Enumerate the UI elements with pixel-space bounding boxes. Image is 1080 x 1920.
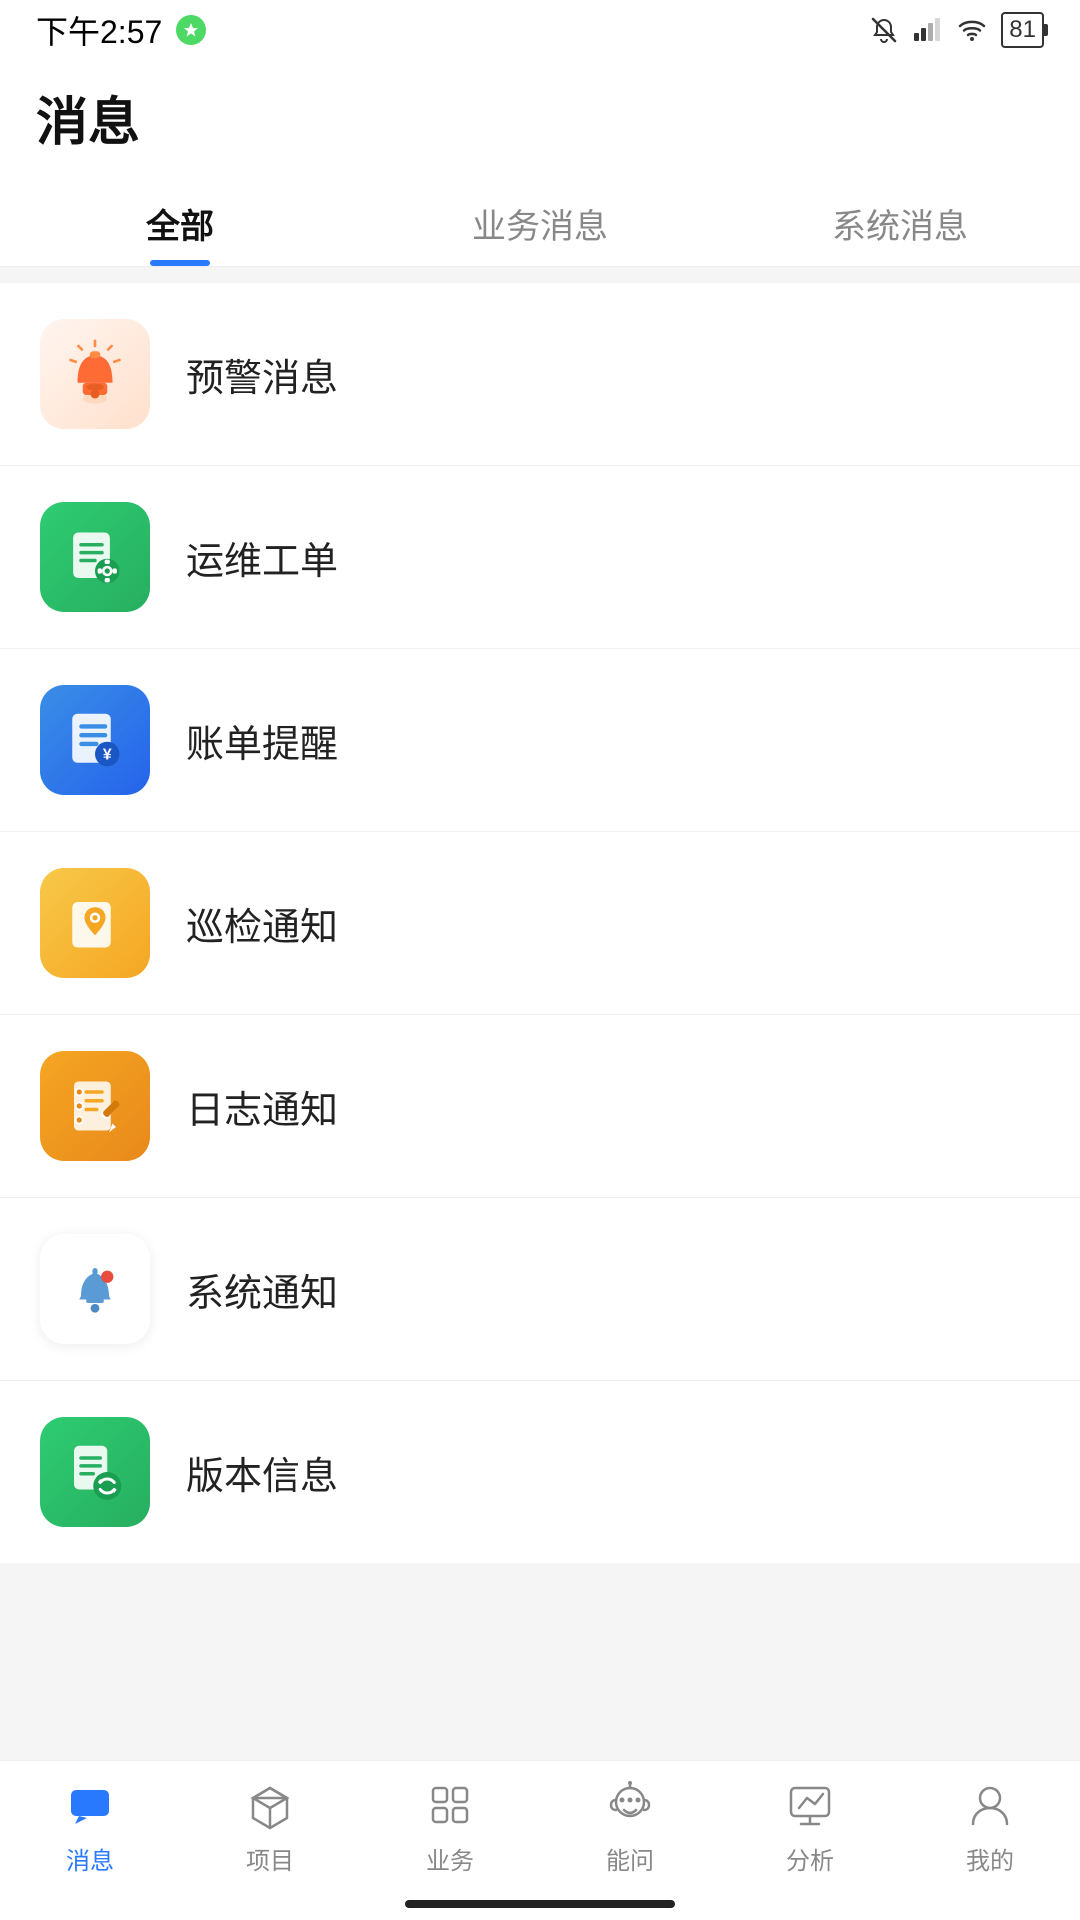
page-title: 消息	[36, 80, 1044, 175]
list-item-inspect[interactable]: 巡检通知	[0, 832, 1080, 1015]
bottom-nav: 消息 项目 业务	[0, 1760, 1080, 1920]
nav-project-label: 项目	[246, 1841, 294, 1876]
version-label: 版本信息	[186, 1445, 338, 1500]
workorder-icon	[40, 502, 150, 612]
nav-analysis-label: 分析	[786, 1841, 834, 1876]
nav-ai[interactable]: 能问	[540, 1777, 720, 1876]
notification-dot	[176, 15, 206, 45]
tabs-container: 全部 业务消息 系统消息	[0, 175, 1080, 267]
log-icon	[40, 1051, 150, 1161]
nav-project-icon	[242, 1777, 298, 1833]
list-item-log[interactable]: 日志通知	[0, 1015, 1080, 1198]
tab-system[interactable]: 系统消息	[720, 175, 1080, 266]
list-item-workorder[interactable]: 运维工单	[0, 466, 1080, 649]
list-item-alert[interactable]: 预警消息	[0, 283, 1080, 466]
list-item-bill[interactable]: ¥ 账单提醒	[0, 649, 1080, 832]
battery-icon: 81	[1001, 12, 1044, 48]
nav-mine[interactable]: 我的	[900, 1777, 1080, 1876]
version-icon	[40, 1417, 150, 1527]
list-item-version[interactable]: 版本信息	[0, 1381, 1080, 1563]
home-indicator	[405, 1900, 675, 1908]
svg-text:¥: ¥	[103, 746, 112, 763]
workorder-label: 运维工单	[186, 530, 338, 585]
page-header: 消息	[0, 60, 1080, 175]
tab-business[interactable]: 业务消息	[360, 175, 720, 266]
inspect-icon	[40, 868, 150, 978]
nav-mine-icon	[962, 1777, 1018, 1833]
bill-icon: ¥	[40, 685, 150, 795]
log-label: 日志通知	[186, 1079, 338, 1134]
system-notify-icon	[40, 1234, 150, 1344]
nav-message[interactable]: 消息	[0, 1777, 180, 1876]
nav-project[interactable]: 项目	[180, 1777, 360, 1876]
nav-mine-label: 我的	[966, 1841, 1014, 1876]
status-icons: 81	[869, 12, 1044, 48]
wifi-icon	[957, 15, 987, 45]
status-bar: 下午2:57 81	[0, 0, 1080, 60]
nav-business-label: 业务	[426, 1841, 474, 1876]
alert-label: 预警消息	[186, 347, 338, 402]
nav-message-icon	[62, 1777, 118, 1833]
nav-analysis[interactable]: 分析	[720, 1777, 900, 1876]
alert-icon	[40, 319, 150, 429]
list-item-system-notify[interactable]: 系统通知	[0, 1198, 1080, 1381]
nav-business-icon	[422, 1777, 478, 1833]
bill-label: 账单提醒	[186, 713, 338, 768]
status-time: 下午2:57	[36, 7, 162, 53]
nav-business[interactable]: 业务	[360, 1777, 540, 1876]
inspect-label: 巡检通知	[186, 896, 338, 951]
tab-all[interactable]: 全部	[0, 175, 360, 266]
signal-icon	[913, 15, 943, 45]
mute-icon	[869, 15, 899, 45]
nav-analysis-icon	[782, 1777, 838, 1833]
nav-ai-icon	[602, 1777, 658, 1833]
system-notify-label: 系统通知	[186, 1262, 338, 1317]
message-list: 预警消息 运维工单	[0, 283, 1080, 1563]
nav-message-label: 消息	[66, 1841, 114, 1876]
nav-ai-label: 能问	[606, 1841, 654, 1876]
